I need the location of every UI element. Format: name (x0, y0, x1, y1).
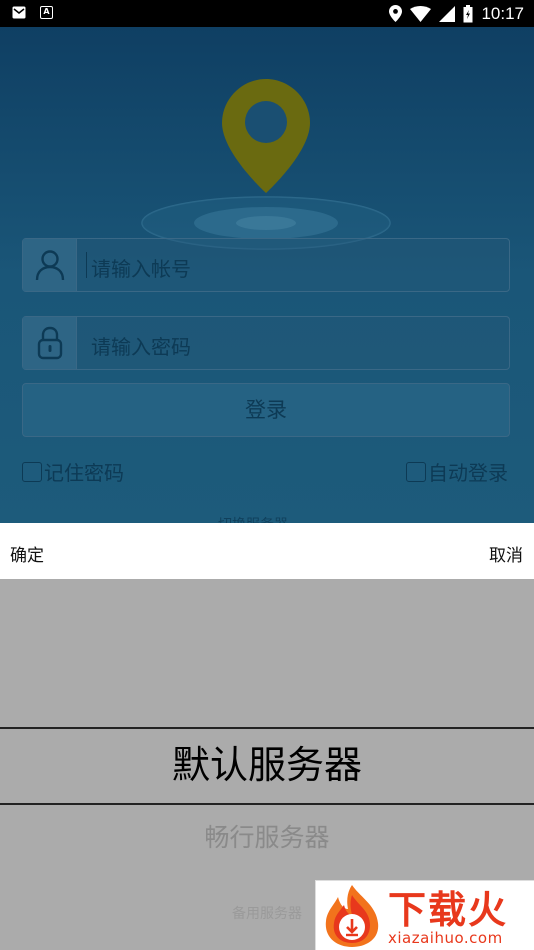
remember-password-checkbox[interactable] (22, 461, 42, 482)
notification-icons: A (12, 6, 53, 19)
picker-option-selected[interactable]: 默认服务器 (0, 742, 534, 788)
auto-login-label: 自动登录 (428, 461, 508, 485)
auto-login-option[interactable]: 自动登录 (406, 457, 508, 486)
text-cursor (86, 252, 87, 278)
password-icon-box (23, 317, 77, 369)
user-icon (35, 250, 64, 281)
account-input[interactable]: 请输入帐号 (22, 238, 510, 292)
location-icon (389, 5, 403, 22)
account-icon-box (23, 239, 77, 291)
switch-server-link: 切换服务器 (218, 514, 288, 523)
remember-password-option[interactable]: 记住密码 (22, 457, 124, 486)
confirm-button[interactable]: 确定 (10, 541, 44, 566)
remember-password-label: 记住密码 (44, 461, 124, 485)
system-icons: 10:17 (389, 3, 524, 24)
cell-signal-icon (439, 5, 456, 22)
app-logo (140, 75, 392, 255)
watermark-logo: 下载火 xiazaihuo.com (315, 880, 534, 950)
picker-toolbar: 确定 取消 (0, 523, 534, 579)
password-placeholder: 请输入密码 (91, 335, 191, 359)
flame-logo-icon (325, 885, 379, 947)
login-button[interactable]: 登录 (22, 383, 510, 437)
cancel-button[interactable]: 取消 (489, 541, 523, 566)
account-placeholder: 请输入帐号 (91, 257, 191, 281)
selection-divider-bottom (0, 803, 534, 805)
wifi-icon (410, 5, 432, 22)
watermark-domain: xiazaihuo.com (388, 929, 503, 947)
status-bar: A 10:17 (0, 0, 534, 27)
status-time: 10:17 (481, 4, 524, 23)
picker-option[interactable]: 畅行服务器 (0, 822, 534, 854)
password-input[interactable]: 请输入密码 (22, 316, 510, 370)
lock-icon (37, 326, 62, 360)
location-pin-icon (141, 79, 391, 250)
battery-icon (463, 4, 473, 22)
login-screen-background: 请输入帐号 请输入密码 登录 记住密码 自动登录 切换服务器 (0, 27, 534, 523)
watermark-brand: 下载火 (388, 888, 509, 932)
mail-notification-icon (12, 6, 26, 19)
selection-divider-top (0, 727, 534, 729)
auto-login-checkbox[interactable] (406, 461, 426, 482)
text-notification-icon: A (40, 6, 53, 19)
